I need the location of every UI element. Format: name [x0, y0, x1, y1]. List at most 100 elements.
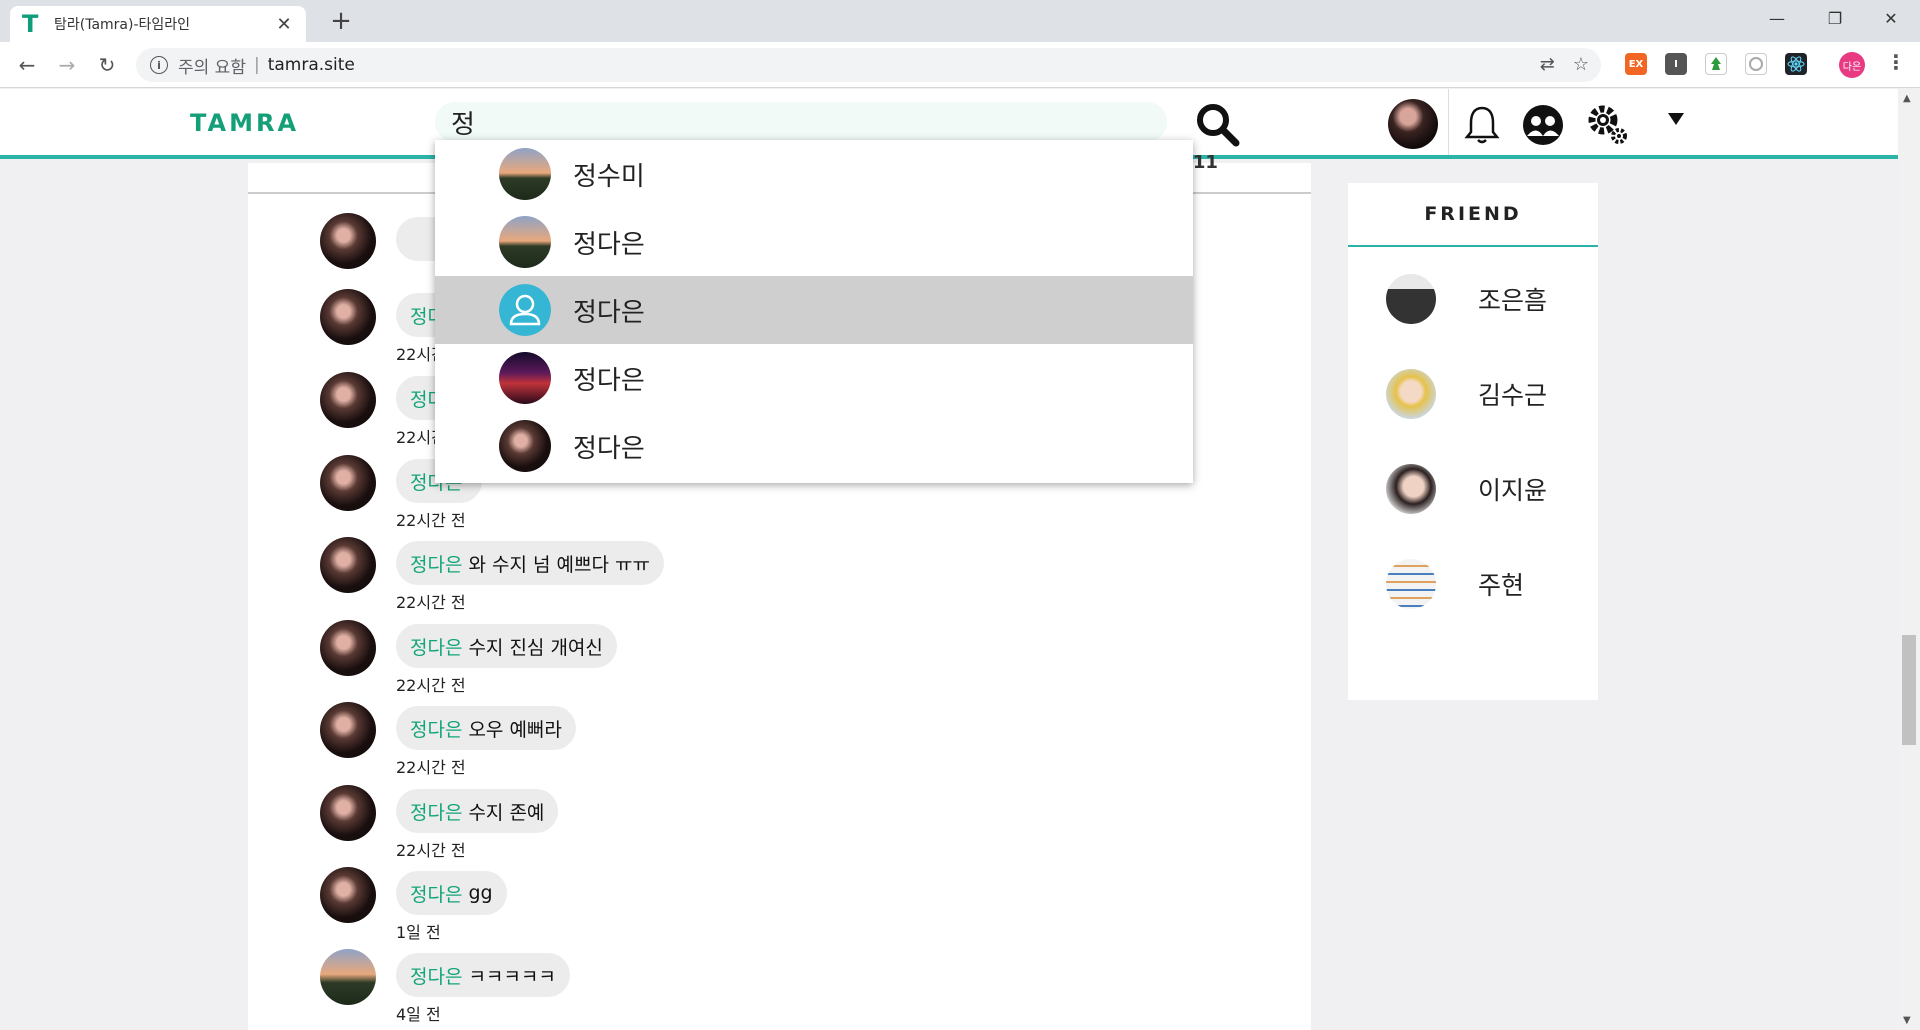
tamra-favicon-icon: T: [22, 10, 39, 38]
comment-author[interactable]: 정다은: [410, 962, 462, 989]
search-result-item[interactable]: 정수미: [435, 140, 1193, 208]
comment-time: 22시간 전: [396, 676, 466, 695]
comment-text: 오우 예뻐라: [468, 718, 562, 741]
friend-item[interactable]: 주현: [1386, 558, 1586, 610]
comment-avatar[interactable]: [320, 213, 376, 269]
comment-author[interactable]: 정다은: [410, 715, 462, 742]
friend-name: 조은흠: [1478, 286, 1548, 315]
settings-gear-icon[interactable]: [1586, 103, 1630, 147]
omnibox-actions: ⇄ ☆: [1540, 54, 1589, 75]
comment-item: 정다은 와 수지 넘 예쁘다 ㅠㅠ 22시간 전: [320, 537, 1020, 617]
comment-author[interactable]: 정다은: [410, 880, 462, 907]
new-tab-button[interactable]: +: [325, 6, 357, 36]
page-scrollbar[interactable]: ▲ ▼: [1898, 89, 1920, 1030]
friend-item[interactable]: 이지윤: [1386, 463, 1586, 515]
comment-avatar[interactable]: [320, 537, 376, 593]
extension-i-icon[interactable]: I: [1665, 53, 1687, 75]
result-name: 정수미: [573, 161, 645, 192]
comment-avatar[interactable]: [320, 785, 376, 841]
search-autocomplete: 정수미 정다은 정다은 정다은 정다은: [435, 140, 1193, 483]
comment-text: ㅋㅋㅋㅋㅋ: [468, 965, 556, 988]
result-avatar: [499, 216, 551, 268]
comment-time: 22시간 전: [396, 511, 466, 530]
friend-panel-title: FRIEND: [1348, 183, 1598, 247]
search-input[interactable]: [435, 102, 1167, 142]
comment-item: 정다은 수지 진심 개여신 22시간 전: [320, 620, 1020, 700]
comment-avatar[interactable]: [320, 372, 376, 428]
default-user-icon: [499, 284, 551, 336]
friends-icon[interactable]: [1521, 103, 1565, 147]
dropdown-caret-icon[interactable]: [1668, 113, 1684, 125]
comment-bubble: 정다은 수지 존예: [396, 789, 559, 833]
url-text[interactable]: tamra.site: [268, 55, 355, 75]
browser-tabstrip: T 탐라(Tamra)-타임라인 ✕ + — ❐ ✕: [0, 0, 1920, 42]
comment-author[interactable]: 정다은: [410, 633, 462, 660]
search-result-item-highlighted[interactable]: 정다은: [435, 276, 1193, 344]
search-icon[interactable]: [1194, 101, 1240, 147]
search-result-item[interactable]: 정다은: [435, 412, 1193, 480]
comment-item: 정다은 수지 존예 22시간 전: [320, 785, 1020, 865]
maximize-button[interactable]: ❐: [1806, 0, 1864, 36]
friend-name: 이지윤: [1478, 476, 1548, 505]
back-button[interactable]: ←: [12, 50, 42, 80]
comment-avatar[interactable]: [320, 289, 376, 345]
window-close-button[interactable]: ✕: [1862, 0, 1920, 36]
comment-time: 22시간 전: [396, 593, 466, 612]
comment-time: 22시간 전: [396, 758, 466, 777]
browser-tab[interactable]: T 탐라(Tamra)-타임라인 ✕: [10, 6, 306, 42]
search-result-item[interactable]: 정다은: [435, 208, 1193, 276]
minimize-button[interactable]: —: [1748, 0, 1806, 36]
friend-avatar: [1386, 369, 1436, 419]
site-logo[interactable]: TAMRA: [190, 109, 299, 137]
friend-name: 주현: [1478, 571, 1525, 600]
scroll-thumb[interactable]: [1902, 635, 1916, 745]
bell-icon[interactable]: [1460, 103, 1504, 147]
scroll-down-icon[interactable]: ▼: [1903, 1015, 1911, 1026]
extension-green-icon[interactable]: [1705, 53, 1727, 75]
user-avatar[interactable]: [1388, 99, 1438, 149]
comment-author[interactable]: 정다은: [410, 798, 462, 825]
reload-button[interactable]: ↻: [92, 50, 122, 80]
info-icon[interactable]: i: [150, 56, 168, 74]
friend-item[interactable]: 김수근: [1386, 368, 1586, 420]
comment-bubble: 정다은 와 수지 넘 예쁘다 ㅠㅠ: [396, 541, 664, 585]
comment-avatar[interactable]: [320, 702, 376, 758]
search-result-item[interactable]: 정다은: [435, 344, 1193, 412]
comment-bubble: 정다은 오우 예뻐라: [396, 706, 576, 750]
comment-avatar[interactable]: [320, 455, 376, 511]
tab-close-icon[interactable]: ✕: [274, 14, 294, 35]
bookmark-star-icon[interactable]: ☆: [1573, 54, 1589, 75]
result-name: 정다은: [573, 297, 645, 328]
comment-item: 정다은 오우 예뻐라 22시간 전: [320, 702, 1020, 782]
forward-button[interactable]: →: [52, 50, 82, 80]
comment-avatar[interactable]: [320, 867, 376, 923]
comment-text: 수지 존예: [468, 801, 545, 824]
comment-bubble: 정다은 ㅋㅋㅋㅋㅋ: [396, 953, 570, 997]
result-avatar: [499, 352, 551, 404]
security-warning[interactable]: 주의 요함: [178, 53, 246, 78]
comment-item: 정다은 gg 1일 전: [320, 867, 1020, 947]
comment-text: 와 수지 넘 예쁘다 ㅠㅠ: [468, 553, 650, 576]
react-devtools-icon[interactable]: [1785, 53, 1807, 75]
friend-name: 김수근: [1478, 381, 1548, 410]
address-bar[interactable]: i 주의 요함 | tamra.site ⇄ ☆: [136, 48, 1601, 82]
comment-avatar[interactable]: [320, 620, 376, 676]
scroll-up-icon[interactable]: ▲: [1903, 93, 1911, 104]
comment-time: 1일 전: [396, 923, 441, 942]
tab-title: 탐라(Tamra)-타임라인: [54, 17, 191, 33]
chrome-menu-icon[interactable]: ⋮: [1886, 50, 1906, 74]
friend-avatar: [1386, 464, 1436, 514]
friend-avatar: [1386, 274, 1436, 324]
extension-circle-icon[interactable]: [1745, 53, 1767, 75]
profile-avatar[interactable]: 다은: [1839, 52, 1865, 78]
extension-ex-icon[interactable]: EX: [1625, 53, 1647, 75]
result-avatar: [499, 148, 551, 200]
comment-bubble: 정다은 gg: [396, 871, 507, 915]
comment-author[interactable]: 정다은: [410, 550, 462, 577]
translate-icon[interactable]: ⇄: [1540, 54, 1555, 75]
friend-panel: FRIEND 조은흠 김수근 이지윤 주현: [1348, 183, 1598, 700]
comment-time: 4일 전: [396, 1005, 441, 1024]
header-divider: [1448, 89, 1449, 155]
comment-avatar[interactable]: [320, 949, 376, 1005]
friend-item[interactable]: 조은흠: [1386, 273, 1586, 325]
